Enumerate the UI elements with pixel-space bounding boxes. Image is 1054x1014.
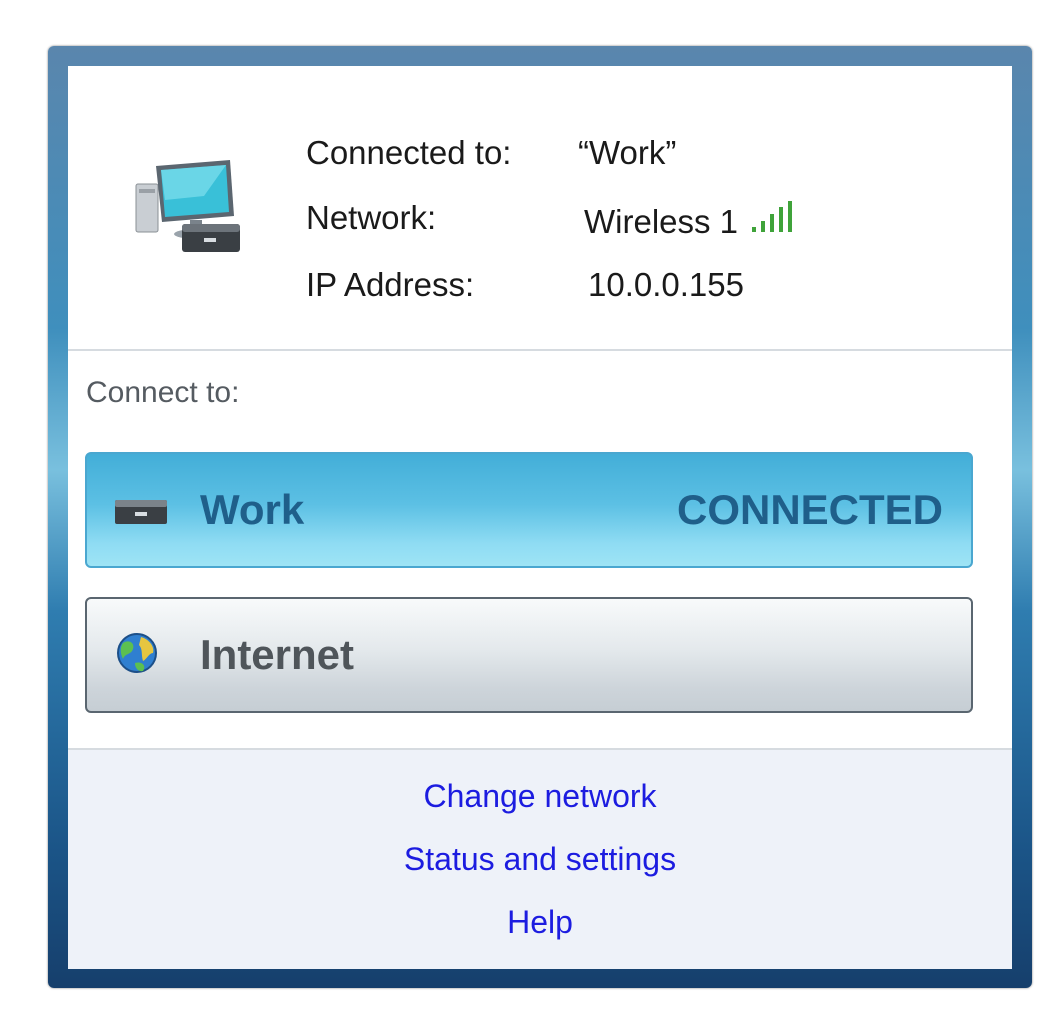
connection-name: Work [200, 486, 305, 533]
network-device-icon [115, 500, 167, 524]
connection-name: Internet [200, 631, 355, 678]
computer-network-icon [135, 160, 240, 252]
network-value: Wireless 1 [584, 203, 739, 240]
network-status-popup: Connected to: “Work” Network: Wireless 1… [48, 46, 1032, 988]
connect-to-label: Connect to: [86, 376, 240, 409]
connection-option-work[interactable]: Work CONNECTED [85, 452, 973, 568]
connection-option-internet[interactable]: Internet [85, 597, 973, 713]
network-label: Network: [306, 199, 437, 236]
ip-address-label: IP Address: [306, 266, 475, 303]
connected-to-value: “Work” [578, 134, 677, 171]
help-link[interactable]: Help [68, 904, 1012, 941]
status-and-settings-link[interactable]: Status and settings [68, 841, 1012, 878]
popup-content: Connected to: “Work” Network: Wireless 1… [68, 66, 1012, 969]
change-network-link[interactable]: Change network [68, 778, 1012, 815]
globe-icon [117, 633, 157, 673]
signal-strength-icon [752, 201, 793, 232]
connection-status-header: Connected to: “Work” Network: Wireless 1… [68, 66, 1012, 351]
connection-status-badge: CONNECTED [676, 486, 943, 533]
popup-footer: Change network Status and settings Help [68, 748, 1012, 969]
network-value-row: Wireless 1 [584, 199, 798, 241]
ip-address-value: 10.0.0.155 [588, 266, 744, 303]
connected-to-label: Connected to: [306, 134, 512, 171]
